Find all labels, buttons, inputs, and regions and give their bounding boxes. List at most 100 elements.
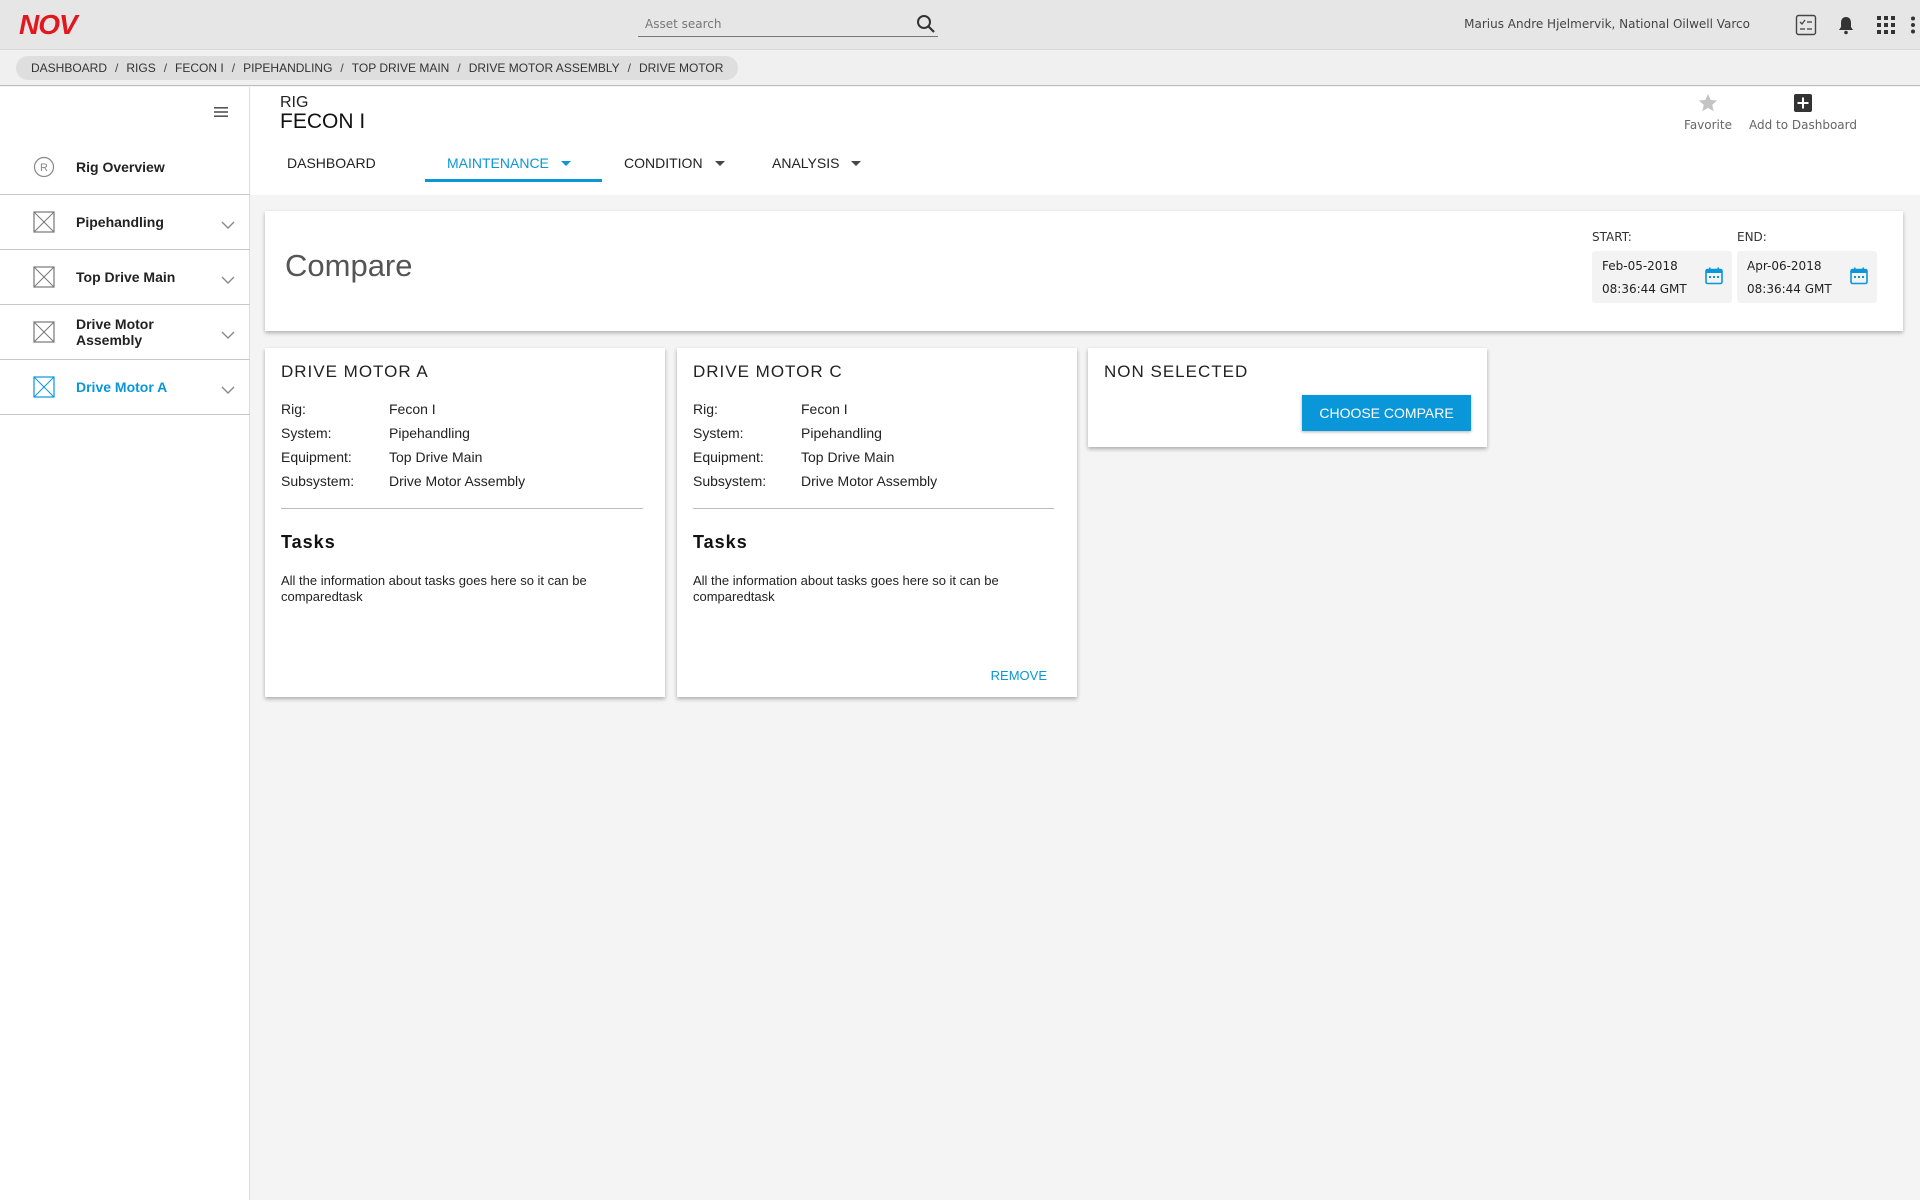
meta-row: Subsystem: Drive Motor Assembly: [281, 473, 525, 497]
add-to-dashboard-label: Add to Dashboard: [1748, 118, 1857, 132]
tab-label: CONDITION: [624, 155, 703, 171]
sidebar-item-drive-motor-a[interactable]: Drive Motor A: [0, 360, 250, 415]
meta-value: Top Drive Main: [389, 449, 483, 465]
meta-key: System:: [281, 425, 332, 441]
meta-row: Subsystem: Drive Motor Assembly: [693, 473, 937, 497]
sidebar-item-pipehandling[interactable]: Pipehandling: [0, 195, 250, 250]
card-title: NON SELECTED: [1104, 362, 1249, 381]
meta-value: Pipehandling: [389, 425, 470, 441]
tab-dashboard[interactable]: DASHBOARD: [265, 144, 425, 182]
card-meta: Rig: Fecon I System: Pipehandling Equipmen…: [281, 401, 525, 497]
meta-row: System: Pipehandling: [693, 425, 937, 449]
breadcrumb-item[interactable]: TOP DRIVE MAIN: [352, 61, 450, 75]
end-time-value: 08:36:44 GMT: [1747, 282, 1832, 296]
breadcrumb-item[interactable]: DRIVE MOTOR: [639, 61, 723, 75]
page-title: FECON I: [280, 110, 366, 133]
start-time-value: 08:36:44 GMT: [1602, 282, 1687, 296]
hamburger-menu-icon[interactable]: [212, 104, 232, 120]
card-meta: Rig: Fecon I System: Pipehandling Equipmen…: [693, 401, 937, 497]
placeholder-x-icon: [33, 321, 55, 343]
start-date-field[interactable]: Feb-05-2018 08:36:44 GMT: [1592, 251, 1732, 303]
more-vert-icon[interactable]: [1906, 13, 1920, 37]
meta-key: System:: [693, 425, 744, 441]
meta-row: Rig: Fecon I: [281, 401, 525, 425]
end-date-value: Apr-06-2018: [1747, 259, 1822, 273]
meta-row: System: Pipehandling: [281, 425, 525, 449]
calendar-icon[interactable]: [1704, 266, 1724, 286]
bell-icon[interactable]: [1834, 13, 1858, 37]
tasks-heading: Tasks: [281, 532, 336, 552]
asset-search-input[interactable]: [638, 12, 908, 36]
rig-r-icon: R: [33, 156, 55, 178]
tab-condition[interactable]: CONDITION: [602, 144, 750, 182]
chevron-down-icon[interactable]: [220, 272, 236, 284]
compare-card-drive-motor-a: DRIVE MOTOR A Rig: Fecon I System: Pipehan…: [265, 348, 665, 697]
card-title: DRIVE MOTOR A: [281, 362, 429, 381]
asset-search: [638, 12, 938, 37]
breadcrumb-item[interactable]: PIPEHANDLING: [243, 61, 332, 75]
chevron-down-icon[interactable]: [220, 217, 236, 229]
meta-key: Rig:: [693, 401, 718, 417]
tasks-heading: Tasks: [693, 532, 748, 552]
end-label: END:: [1737, 230, 1767, 244]
placeholder-x-icon: [33, 211, 55, 233]
meta-key: Rig:: [281, 401, 306, 417]
choose-compare-button[interactable]: CHOOSE COMPARE: [1302, 395, 1471, 431]
sidebar-item-top-drive-main[interactable]: Top Drive Main: [0, 250, 250, 305]
breadcrumb-bar: DASHBOARD / RIGS / FECON I / PIPEHANDLING / …: [0, 51, 1920, 86]
sidebar-nav: R Rig Overview Pipehandling Top Drive Ma…: [0, 140, 250, 415]
tab-label: DASHBOARD: [287, 155, 376, 171]
caret-down-icon: [714, 160, 725, 166]
sidebar-item-label: Drive Motor Assembly: [76, 316, 154, 348]
sidebar-item-label: Rig Overview: [76, 159, 165, 175]
apps-grid-icon[interactable]: [1874, 13, 1898, 37]
chevron-down-icon[interactable]: [220, 327, 236, 339]
chevron-down-icon[interactable]: [220, 382, 236, 394]
card-title: DRIVE MOTOR C: [693, 362, 843, 381]
tasks-text: All the information about tasks goes her…: [281, 573, 587, 604]
breadcrumb-item[interactable]: RIGS: [126, 61, 155, 75]
meta-row: Rig: Fecon I: [693, 401, 937, 425]
tasks-text: All the information about tasks goes her…: [693, 573, 999, 604]
add-to-dashboard-button[interactable]: Add to Dashboard: [1748, 92, 1858, 132]
sidebar-item-drive-motor-assembly[interactable]: Drive Motor Assembly: [0, 305, 250, 360]
sidebar: R Rig Overview Pipehandling Top Drive Ma…: [0, 87, 250, 1200]
start-date-value: Feb-05-2018: [1602, 259, 1678, 273]
end-date-field[interactable]: Apr-06-2018 08:36:44 GMT: [1737, 251, 1877, 303]
breadcrumb-separator: /: [340, 61, 344, 75]
breadcrumb-separator: /: [231, 61, 236, 75]
meta-key: Equipment:: [693, 449, 764, 465]
breadcrumb-separator: /: [163, 61, 168, 75]
calendar-icon[interactable]: [1849, 266, 1869, 286]
compare-card-drive-motor-c: DRIVE MOTOR C Rig: Fecon I System: Pipehan…: [677, 348, 1077, 697]
top-bar: NOV Marius Andre Hjelmervik, National Oi…: [0, 0, 1920, 50]
divider: [693, 508, 1054, 509]
user-name[interactable]: Marius Andre Hjelmervik, National Oilwel…: [1464, 17, 1750, 31]
favorite-button[interactable]: Favorite: [1673, 92, 1743, 132]
page-header: RIG FECON I Favorite Add to Dashboard DA…: [250, 87, 1920, 195]
breadcrumb-item[interactable]: DASHBOARD: [31, 61, 107, 75]
tab-analysis[interactable]: ANALYSIS: [750, 144, 895, 182]
breadcrumb-item[interactable]: FECON I: [175, 61, 224, 75]
caret-down-icon: [851, 160, 862, 166]
remove-button[interactable]: REMOVE: [991, 668, 1047, 683]
search-icon[interactable]: [916, 14, 936, 34]
meta-value: Pipehandling: [801, 425, 882, 441]
meta-key: Equipment:: [281, 449, 352, 465]
divider: [281, 508, 643, 509]
tab-maintenance[interactable]: MAINTENANCE: [425, 144, 602, 182]
sidebar-item-label: Drive Motor A: [76, 379, 168, 395]
end-date-block: END: Apr-06-2018 08:36:44 GMT: [1737, 230, 1877, 303]
checklist-icon[interactable]: [1794, 13, 1818, 37]
nov-logo[interactable]: NOV: [19, 11, 78, 39]
compare-panel: Compare START: Feb-05-2018 08:36:44 GMT …: [265, 211, 1903, 331]
breadcrumb-separator: /: [627, 61, 631, 75]
sidebar-item-label: Pipehandling: [76, 214, 164, 230]
compare-card-non-selected: NON SELECTED CHOOSE COMPARE: [1088, 348, 1487, 447]
breadcrumb-item[interactable]: DRIVE MOTOR ASSEMBLY: [469, 61, 620, 75]
meta-value: Fecon I: [801, 401, 848, 417]
sidebar-item-label: Top Drive Main: [76, 269, 176, 285]
meta-key: Subsystem:: [281, 473, 355, 489]
sidebar-item-rig-overview[interactable]: R Rig Overview: [0, 140, 250, 195]
placeholder-x-icon: [33, 376, 55, 398]
